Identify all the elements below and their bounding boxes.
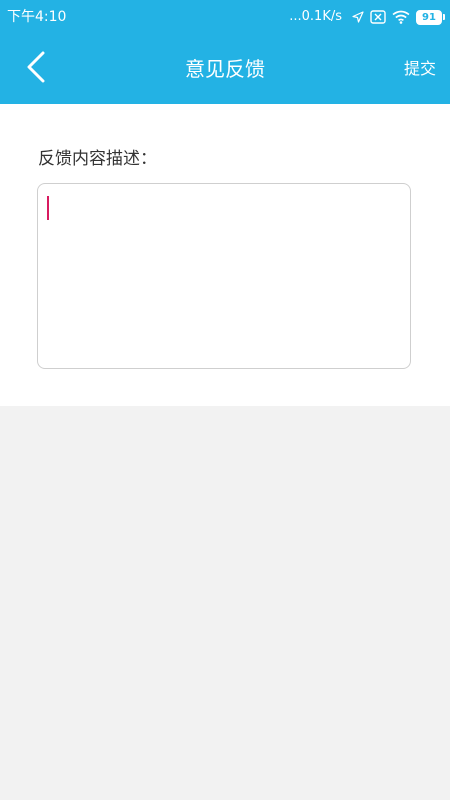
feedback-label: 反馈内容描述： xyxy=(38,149,157,169)
feedback-input[interactable] xyxy=(46,192,402,360)
status-indicators: ...0.1K/s 91 xyxy=(289,7,445,27)
page-title: 意见反馈 xyxy=(185,57,265,81)
nav-bar: 意见反馈 提交 xyxy=(0,34,450,104)
status-time: 下午4:10 xyxy=(7,9,67,25)
feedback-form: 反馈内容描述： xyxy=(0,104,450,406)
status-bar: 下午4:10 ...0.1K/s 91 xyxy=(0,0,450,34)
network-speed: ...0.1K/s xyxy=(289,9,342,24)
feedback-box xyxy=(37,183,411,369)
location-arrow-icon xyxy=(352,11,364,23)
sim-off-icon xyxy=(370,10,386,24)
battery-icon: 91 xyxy=(416,9,445,25)
submit-button[interactable]: 提交 xyxy=(404,58,436,80)
wifi-icon xyxy=(392,10,410,24)
